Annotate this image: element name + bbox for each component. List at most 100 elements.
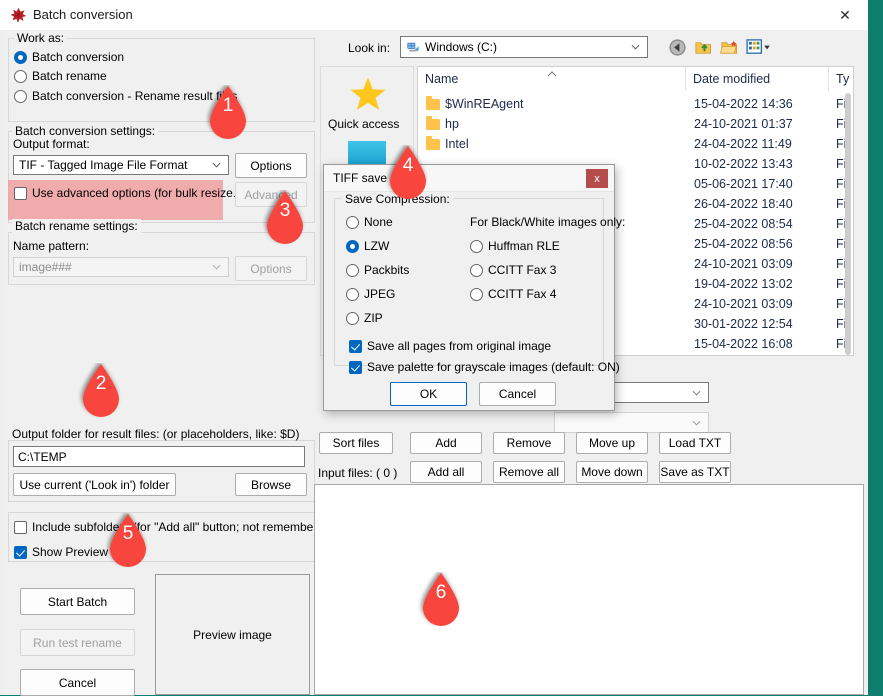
chevron-down-icon [212, 162, 221, 168]
save-palette-checkbox[interactable] [349, 361, 362, 374]
remove-all-button[interactable]: Remove all [493, 461, 565, 483]
move-up-button[interactable]: Move up [576, 432, 648, 454]
radio-ccitt-fax-3[interactable] [470, 264, 483, 277]
radio-compression-lzw-label: LZW [364, 239, 390, 253]
radio-ccitt-fax-4-label: CCITT Fax 4 [488, 287, 557, 301]
file-row-name-text: $WinREAgent [445, 97, 524, 111]
chevron-down-icon [212, 264, 221, 270]
show-preview-checkbox[interactable] [14, 546, 27, 559]
radio-compression-zip-label: ZIP [364, 311, 383, 325]
file-row-date: 24-10-2021 03:09 [694, 257, 793, 271]
file-row-name[interactable]: Intel [426, 134, 684, 154]
radio-compression-packbits[interactable] [346, 264, 359, 277]
up-folder-icon[interactable] [694, 38, 713, 57]
tiff-cancel-button[interactable]: Cancel [479, 382, 556, 406]
look-in-combo[interactable]: Windows (C:) [400, 36, 648, 58]
chevron-down-icon [692, 420, 701, 426]
quick-access-label[interactable]: Quick access [328, 117, 399, 131]
tiff-ok-button[interactable]: OK [390, 382, 467, 406]
desktop-background [868, 0, 883, 695]
batch-conversion-window: Batch conversion ✕ Work as: Batch conver… [0, 0, 868, 696]
radio-batch-rename-label: Batch rename [32, 69, 107, 83]
tiff-dialog-title: TIFF save o [333, 171, 398, 185]
drive-icon [407, 42, 419, 52]
view-mode-icon[interactable] [746, 38, 771, 57]
radio-ccitt-fax-4[interactable] [470, 288, 483, 301]
tiff-dialog-title-bar: TIFF save o x [324, 165, 614, 192]
add-button[interactable]: Add [410, 432, 482, 454]
input-files-list[interactable] [314, 484, 864, 695]
chevron-down-icon [692, 390, 701, 396]
preview-image-placeholder: Preview image [155, 574, 310, 695]
use-advanced-options-checkbox[interactable] [14, 187, 27, 200]
show-preview-label: Show Preview image [32, 545, 145, 559]
file-row-date: 10-02-2022 13:43 [694, 157, 793, 171]
star-icon [350, 77, 386, 110]
rename-settings-label: Batch rename settings: [12, 219, 141, 233]
start-batch-button[interactable]: Start Batch [20, 588, 135, 615]
file-row-name-text: hp [445, 117, 459, 131]
radio-compression-jpeg[interactable] [346, 288, 359, 301]
file-list-scrollbar[interactable] [845, 93, 851, 355]
files-of-type-combo[interactable] [554, 412, 709, 433]
chevron-down-icon [631, 44, 640, 50]
file-row-date: 24-10-2021 01:37 [694, 117, 793, 131]
column-header-date[interactable]: Date modified [686, 67, 829, 91]
output-folder-input[interactable]: C:\TEMP [13, 446, 305, 467]
file-row-date: 24-10-2021 03:09 [694, 297, 793, 311]
include-subfolders-checkbox[interactable] [14, 521, 27, 534]
radio-compression-none-label: None [364, 215, 393, 229]
cancel-button[interactable]: Cancel [20, 669, 135, 696]
folder-icon [426, 115, 440, 130]
file-row-date: 15-04-2022 14:36 [694, 97, 793, 111]
radio-batch-conversion-label: Batch conversion [32, 50, 125, 64]
file-row-name-text: Intel [445, 137, 469, 151]
load-txt-button[interactable]: Load TXT [659, 432, 731, 454]
tiff-close-icon[interactable]: x [586, 169, 608, 188]
use-current-folder-button[interactable]: Use current ('Look in') folder [13, 473, 176, 496]
add-all-button[interactable]: Add all [410, 461, 482, 483]
output-format-combo[interactable]: TIF - Tagged Image File Format [13, 155, 229, 175]
conversion-settings-label: Batch conversion settings: [12, 124, 159, 138]
look-in-label: Look in: [348, 41, 391, 55]
file-row-name[interactable]: hp [426, 114, 684, 134]
radio-compression-jpeg-label: JPEG [364, 287, 396, 301]
back-icon[interactable] [668, 38, 687, 57]
output-format-label: Output format: [13, 137, 90, 151]
title-bar: Batch conversion ✕ [0, 0, 868, 30]
radio-huffman-rle[interactable] [470, 240, 483, 253]
file-row-date: 05-06-2021 17:40 [694, 177, 793, 191]
remove-button[interactable]: Remove [493, 432, 565, 454]
browse-button[interactable]: Browse [235, 473, 307, 496]
tiff-save-options-dialog: TIFF save o x Save Compression: For Blac… [323, 164, 625, 411]
radio-batch-conversion-rename-label: Batch conversion - Rename result files [32, 89, 238, 103]
column-header-type[interactable]: Ty [829, 67, 853, 91]
work-as-group-label: Work as: [14, 31, 68, 45]
radio-compression-zip[interactable] [346, 312, 359, 325]
radio-compression-lzw[interactable] [346, 240, 359, 253]
file-row-name[interactable]: $WinREAgent [426, 94, 684, 114]
file-row-date: 26-04-2022 18:40 [694, 197, 793, 211]
radio-batch-conversion[interactable] [14, 51, 27, 64]
window-title: Batch conversion [33, 7, 133, 22]
run-test-rename-button: Run test rename [20, 629, 135, 656]
radio-batch-rename[interactable] [14, 70, 27, 83]
bw-images-label: For Black/White images only: [470, 215, 626, 229]
radio-compression-none[interactable] [346, 216, 359, 229]
close-icon[interactable]: ✕ [822, 0, 868, 30]
format-options-button[interactable]: Options [235, 153, 307, 178]
sort-files-button[interactable]: Sort files [319, 432, 393, 454]
save-as-txt-button[interactable]: Save as TXT [659, 461, 731, 483]
include-subfolders-label: Include subfolders (for "Add all" button… [32, 520, 335, 534]
save-all-pages-checkbox[interactable] [349, 340, 362, 353]
rename-options-button: Options [235, 256, 307, 281]
move-down-button[interactable]: Move down [576, 461, 648, 483]
radio-ccitt-fax-3-label: CCITT Fax 3 [488, 263, 557, 277]
output-format-value: TIF - Tagged Image File Format [19, 158, 188, 172]
use-advanced-options-label: Use advanced options (for bulk resize...… [32, 186, 247, 200]
folder-icon [426, 95, 440, 110]
file-row-date: 19-04-2022 13:02 [694, 277, 793, 291]
advanced-button: Advanced [235, 182, 307, 207]
radio-batch-conversion-rename[interactable] [14, 90, 27, 103]
new-folder-icon[interactable] [720, 38, 739, 57]
